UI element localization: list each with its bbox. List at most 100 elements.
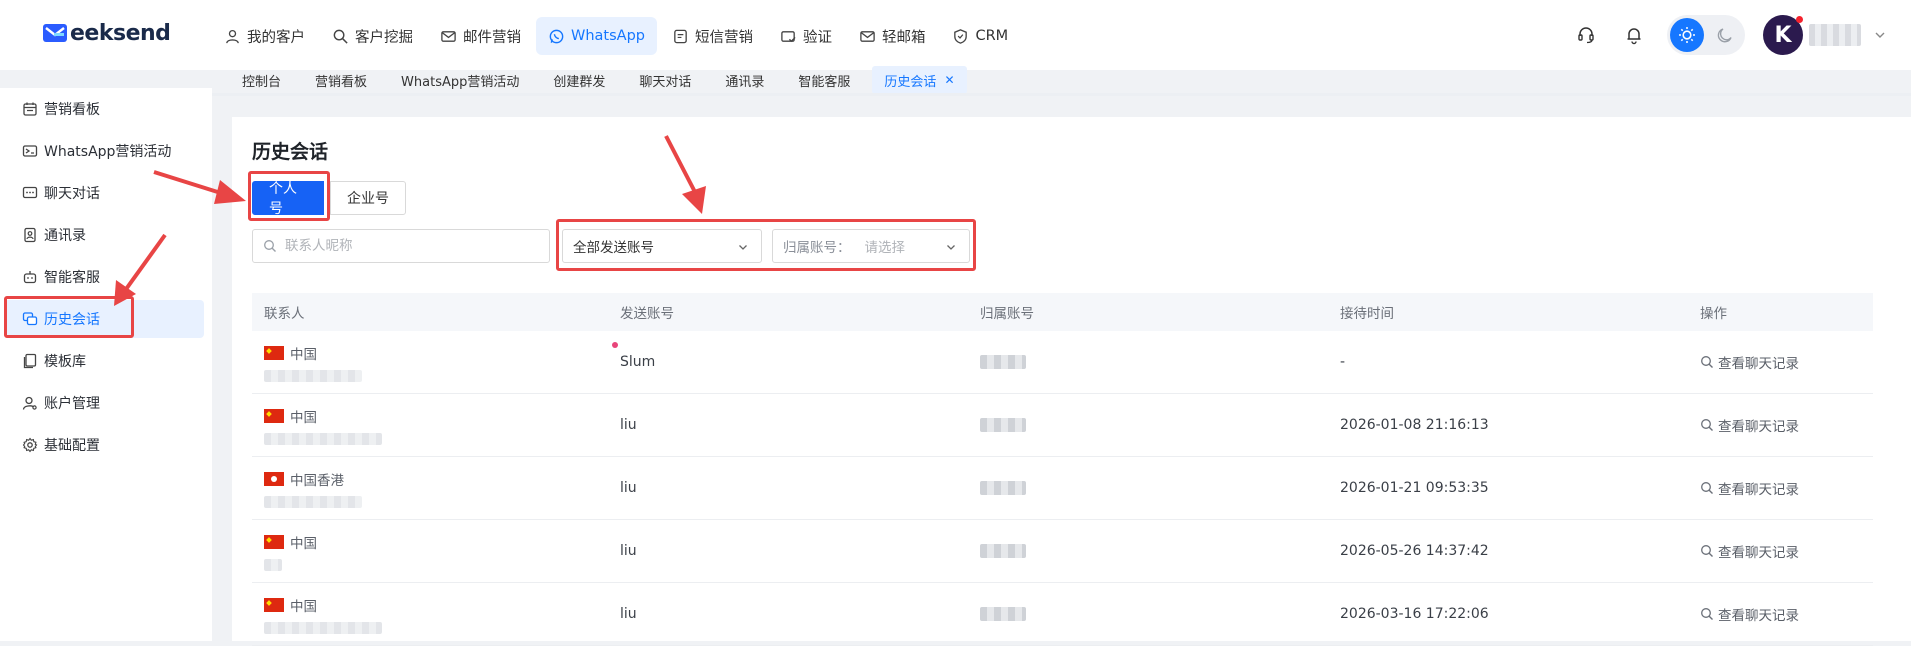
- nav-customer-mining[interactable]: 客户挖掘: [320, 17, 425, 55]
- contact-number-redacted: [264, 432, 382, 445]
- notifications-button[interactable]: [1619, 20, 1649, 50]
- contact-number-redacted: [264, 369, 362, 382]
- search-icon: [1701, 482, 1713, 494]
- send-account: liu: [620, 417, 637, 433]
- view-chat-button[interactable]: 查看聊天记录: [1700, 604, 1873, 624]
- contact-country: 中国: [290, 598, 317, 615]
- nav-my-customers[interactable]: 我的客户: [212, 17, 317, 55]
- china-flag-icon: [264, 408, 284, 423]
- support-button[interactable]: [1571, 20, 1601, 50]
- search-icon: [1701, 545, 1713, 557]
- table-row: 中国 liu 2026-03-16 17:22:06 查看聊天记录: [252, 583, 1873, 646]
- contact-search: [252, 229, 550, 263]
- user-icon: [226, 29, 239, 43]
- template-icon: [23, 353, 37, 369]
- annotation-box-filters: [556, 219, 976, 271]
- view-chat-button[interactable]: 查看聊天记录: [1700, 478, 1873, 498]
- owner-account-redacted: [980, 418, 1026, 432]
- owner-account-redacted: [980, 544, 1026, 558]
- contact-number-redacted: [264, 621, 382, 634]
- tab-smart-service[interactable]: 智能客服: [786, 66, 862, 94]
- view-chat-button[interactable]: 查看聊天记录: [1700, 541, 1873, 561]
- tab-divider: [0, 93, 1911, 96]
- header-action: 操作: [1700, 306, 1727, 322]
- light-mail-icon: [860, 30, 875, 42]
- tab-whatsapp-campaigns[interactable]: WhatsApp营销活动: [389, 66, 531, 94]
- sidebar-item-contacts[interactable]: 通讯录: [4, 216, 204, 254]
- account-icon: [22, 396, 37, 410]
- table-row: 中国香港 liu 2026-01-21 09:53:35 查看聊天记录: [252, 457, 1873, 520]
- brand-logo[interactable]: eeksend: [42, 20, 171, 46]
- contact-country: 中国: [290, 535, 317, 552]
- mail-icon: [441, 30, 456, 42]
- status-dot: [612, 342, 618, 348]
- nav-email-marketing[interactable]: 邮件营销: [428, 17, 533, 55]
- contact-country: 中国: [290, 346, 317, 363]
- campaign-icon: [22, 145, 38, 157]
- avatar[interactable]: K: [1763, 15, 1803, 55]
- bell-icon: [1627, 28, 1641, 45]
- china-flag-icon: [264, 597, 284, 612]
- tab-contacts[interactable]: 通讯录: [713, 66, 776, 94]
- nav-light-mail[interactable]: 轻邮箱: [847, 17, 938, 55]
- sms-icon: [674, 29, 687, 43]
- table-row: 中国 liu 2026-01-08 21:16:13 查看聊天记录: [252, 394, 1873, 457]
- theme-toggle[interactable]: [1667, 15, 1745, 55]
- page-title: 历史会话: [252, 141, 329, 163]
- dark-mode-button[interactable]: [1708, 18, 1742, 52]
- tab-marketing-board[interactable]: 营销看板: [303, 66, 379, 94]
- brand-name: eeksend: [70, 20, 171, 46]
- contact-number-redacted: [264, 495, 362, 508]
- headset-icon: [1578, 27, 1594, 44]
- sidebar-item-smart-service[interactable]: 智能客服: [4, 258, 204, 296]
- contacts-icon: [24, 227, 36, 243]
- whatsapp-icon: [549, 29, 564, 43]
- view-chat-button[interactable]: 查看聊天记录: [1700, 352, 1873, 372]
- close-icon[interactable]: ✕: [944, 73, 954, 87]
- nav-sms-marketing[interactable]: 短信营销: [660, 17, 765, 55]
- top-right-tools: K: [1571, 14, 1887, 56]
- tab-chat[interactable]: 聊天对话: [627, 66, 703, 94]
- crm-icon: [954, 28, 968, 44]
- notification-dot: [1796, 16, 1803, 23]
- nav-crm[interactable]: CRM: [940, 17, 1020, 55]
- sidebar-item-marketing-board[interactable]: 营销看板: [4, 90, 204, 128]
- send-account: liu: [620, 543, 637, 559]
- light-mode-button[interactable]: [1670, 18, 1704, 52]
- tab-create-broadcast[interactable]: 创建群发: [541, 66, 617, 94]
- annotation-arrow-filters: [664, 135, 706, 214]
- annotation-arrow-personal: [153, 170, 246, 204]
- nav-verify[interactable]: 验证: [768, 17, 844, 55]
- reception-time: 2026-01-21 09:53:35: [1340, 480, 1489, 496]
- sidebar-item-accounts[interactable]: 账户管理: [4, 384, 204, 422]
- search-icon: [333, 29, 348, 44]
- top-nav: 我的客户 客户挖掘 邮件营销 WhatsApp 短信营销 验证 轻邮箱 CRM: [212, 17, 1023, 55]
- chevron-down-icon[interactable]: [1873, 28, 1887, 42]
- view-chat-button[interactable]: 查看聊天记录: [1700, 415, 1873, 435]
- top-bar: eeksend 我的客户 客户挖掘 邮件营销 WhatsApp 短信营销 验证: [0, 0, 1911, 70]
- send-account: liu: [620, 480, 637, 496]
- nav-whatsapp[interactable]: WhatsApp: [536, 17, 657, 55]
- robot-icon: [23, 271, 37, 284]
- header-time: 接待时间: [1340, 306, 1394, 322]
- hong-kong-flag-icon: [264, 471, 284, 486]
- tab-console[interactable]: 控制台: [230, 66, 293, 94]
- header-contact: 联系人: [264, 306, 305, 322]
- annotation-box-personal: [248, 171, 330, 221]
- tab-history[interactable]: 历史会话 ✕: [872, 66, 967, 94]
- send-account: liu: [620, 606, 637, 622]
- search-icon: [264, 240, 276, 252]
- table-row: 中国 Slum - 查看聊天记录: [252, 331, 1873, 394]
- sidebar-item-whatsapp-campaigns[interactable]: WhatsApp营销活动: [4, 132, 204, 170]
- page-tabs: 控制台 营销看板 WhatsApp营销活动 创建群发 聊天对话 通讯录 智能客服…: [230, 66, 977, 94]
- sidebar-item-settings[interactable]: 基础配置: [4, 426, 204, 464]
- annotation-arrow-sidebar: [114, 233, 167, 306]
- main-content: 历史会话 个人号 企业号 全部发送账号 归属账号： 请选择 联系人 发送账号 归…: [232, 117, 1911, 646]
- contact-search-input[interactable]: [285, 238, 525, 254]
- sidebar-item-templates[interactable]: 模板库: [4, 342, 204, 380]
- business-account-button[interactable]: 企业号: [330, 181, 406, 215]
- chat-icon: [22, 186, 38, 199]
- header-owner-account: 归属账号: [980, 306, 1034, 322]
- table-header: 联系人 发送账号 归属账号 接待时间 操作: [252, 293, 1873, 331]
- contact-number-redacted: [264, 558, 282, 571]
